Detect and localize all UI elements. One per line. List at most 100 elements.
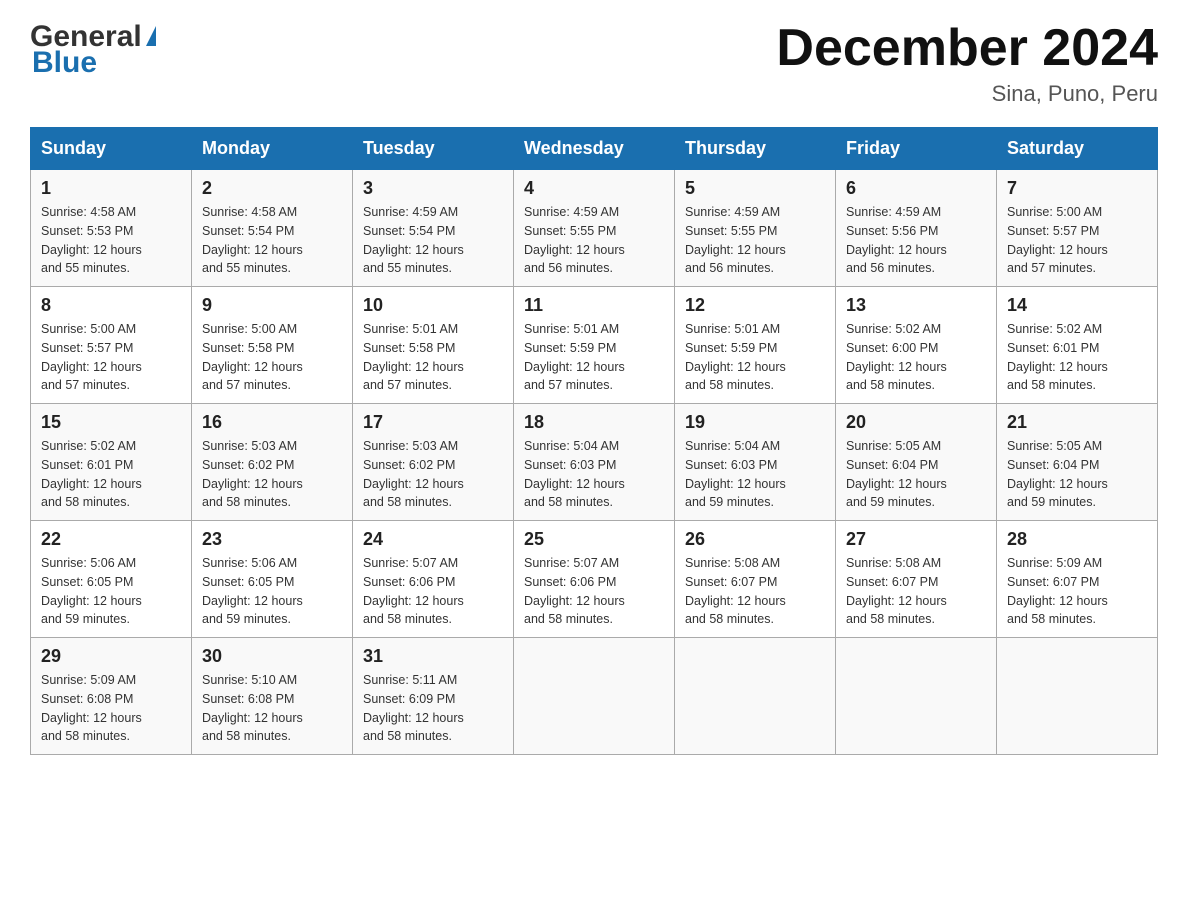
day-number: 14 — [1007, 295, 1147, 316]
day-number: 27 — [846, 529, 986, 550]
calendar-cell: 31 Sunrise: 5:11 AM Sunset: 6:09 PM Dayl… — [353, 638, 514, 755]
day-number: 10 — [363, 295, 503, 316]
day-number: 20 — [846, 412, 986, 433]
location: Sina, Puno, Peru — [776, 81, 1158, 107]
week-row-4: 22 Sunrise: 5:06 AM Sunset: 6:05 PM Dayl… — [31, 521, 1158, 638]
calendar-cell: 27 Sunrise: 5:08 AM Sunset: 6:07 PM Dayl… — [836, 521, 997, 638]
day-number: 23 — [202, 529, 342, 550]
calendar-cell: 26 Sunrise: 5:08 AM Sunset: 6:07 PM Dayl… — [675, 521, 836, 638]
calendar-cell — [514, 638, 675, 755]
calendar-cell: 30 Sunrise: 5:10 AM Sunset: 6:08 PM Dayl… — [192, 638, 353, 755]
col-tuesday: Tuesday — [353, 128, 514, 170]
day-number: 24 — [363, 529, 503, 550]
day-number: 28 — [1007, 529, 1147, 550]
logo-blue-text: Blue — [30, 46, 97, 80]
day-number: 31 — [363, 646, 503, 667]
day-number: 7 — [1007, 178, 1147, 199]
title-area: December 2024 Sina, Puno, Peru — [776, 20, 1158, 107]
day-info: Sunrise: 4:59 AM Sunset: 5:55 PM Dayligh… — [524, 203, 664, 278]
calendar-cell: 5 Sunrise: 4:59 AM Sunset: 5:55 PM Dayli… — [675, 170, 836, 287]
day-number: 9 — [202, 295, 342, 316]
calendar-cell: 28 Sunrise: 5:09 AM Sunset: 6:07 PM Dayl… — [997, 521, 1158, 638]
day-info: Sunrise: 5:03 AM Sunset: 6:02 PM Dayligh… — [202, 437, 342, 512]
day-info: Sunrise: 5:05 AM Sunset: 6:04 PM Dayligh… — [1007, 437, 1147, 512]
day-number: 29 — [41, 646, 181, 667]
day-number: 17 — [363, 412, 503, 433]
day-number: 3 — [363, 178, 503, 199]
day-number: 8 — [41, 295, 181, 316]
day-number: 19 — [685, 412, 825, 433]
day-number: 1 — [41, 178, 181, 199]
day-info: Sunrise: 5:04 AM Sunset: 6:03 PM Dayligh… — [685, 437, 825, 512]
calendar-cell: 20 Sunrise: 5:05 AM Sunset: 6:04 PM Dayl… — [836, 404, 997, 521]
logo-triangle-icon — [146, 26, 156, 46]
calendar-table: Sunday Monday Tuesday Wednesday Thursday… — [30, 127, 1158, 755]
day-number: 11 — [524, 295, 664, 316]
calendar-cell: 29 Sunrise: 5:09 AM Sunset: 6:08 PM Dayl… — [31, 638, 192, 755]
page-header: General Blue December 2024 Sina, Puno, P… — [30, 20, 1158, 107]
calendar-header-row: Sunday Monday Tuesday Wednesday Thursday… — [31, 128, 1158, 170]
day-number: 2 — [202, 178, 342, 199]
day-info: Sunrise: 5:07 AM Sunset: 6:06 PM Dayligh… — [363, 554, 503, 629]
day-info: Sunrise: 5:00 AM Sunset: 5:57 PM Dayligh… — [41, 320, 181, 395]
day-info: Sunrise: 5:10 AM Sunset: 6:08 PM Dayligh… — [202, 671, 342, 746]
day-number: 15 — [41, 412, 181, 433]
calendar-cell: 13 Sunrise: 5:02 AM Sunset: 6:00 PM Dayl… — [836, 287, 997, 404]
calendar-cell — [836, 638, 997, 755]
col-thursday: Thursday — [675, 128, 836, 170]
day-info: Sunrise: 5:01 AM Sunset: 5:59 PM Dayligh… — [685, 320, 825, 395]
calendar-cell: 4 Sunrise: 4:59 AM Sunset: 5:55 PM Dayli… — [514, 170, 675, 287]
calendar-cell: 17 Sunrise: 5:03 AM Sunset: 6:02 PM Dayl… — [353, 404, 514, 521]
day-info: Sunrise: 5:01 AM Sunset: 5:58 PM Dayligh… — [363, 320, 503, 395]
calendar-cell: 1 Sunrise: 4:58 AM Sunset: 5:53 PM Dayli… — [31, 170, 192, 287]
day-info: Sunrise: 5:04 AM Sunset: 6:03 PM Dayligh… — [524, 437, 664, 512]
calendar-cell — [675, 638, 836, 755]
day-info: Sunrise: 4:59 AM Sunset: 5:54 PM Dayligh… — [363, 203, 503, 278]
day-info: Sunrise: 4:58 AM Sunset: 5:54 PM Dayligh… — [202, 203, 342, 278]
calendar-cell: 23 Sunrise: 5:06 AM Sunset: 6:05 PM Dayl… — [192, 521, 353, 638]
week-row-5: 29 Sunrise: 5:09 AM Sunset: 6:08 PM Dayl… — [31, 638, 1158, 755]
calendar-cell: 21 Sunrise: 5:05 AM Sunset: 6:04 PM Dayl… — [997, 404, 1158, 521]
day-info: Sunrise: 5:01 AM Sunset: 5:59 PM Dayligh… — [524, 320, 664, 395]
day-number: 12 — [685, 295, 825, 316]
calendar-cell: 3 Sunrise: 4:59 AM Sunset: 5:54 PM Dayli… — [353, 170, 514, 287]
calendar-cell: 6 Sunrise: 4:59 AM Sunset: 5:56 PM Dayli… — [836, 170, 997, 287]
day-number: 16 — [202, 412, 342, 433]
col-monday: Monday — [192, 128, 353, 170]
week-row-2: 8 Sunrise: 5:00 AM Sunset: 5:57 PM Dayli… — [31, 287, 1158, 404]
day-number: 25 — [524, 529, 664, 550]
day-number: 21 — [1007, 412, 1147, 433]
calendar-cell: 9 Sunrise: 5:00 AM Sunset: 5:58 PM Dayli… — [192, 287, 353, 404]
day-number: 22 — [41, 529, 181, 550]
calendar-cell — [997, 638, 1158, 755]
day-info: Sunrise: 5:02 AM Sunset: 6:01 PM Dayligh… — [41, 437, 181, 512]
calendar-cell: 22 Sunrise: 5:06 AM Sunset: 6:05 PM Dayl… — [31, 521, 192, 638]
col-wednesday: Wednesday — [514, 128, 675, 170]
day-info: Sunrise: 4:59 AM Sunset: 5:55 PM Dayligh… — [685, 203, 825, 278]
calendar-cell: 8 Sunrise: 5:00 AM Sunset: 5:57 PM Dayli… — [31, 287, 192, 404]
day-info: Sunrise: 5:00 AM Sunset: 5:58 PM Dayligh… — [202, 320, 342, 395]
day-number: 13 — [846, 295, 986, 316]
calendar-cell: 10 Sunrise: 5:01 AM Sunset: 5:58 PM Dayl… — [353, 287, 514, 404]
day-info: Sunrise: 4:59 AM Sunset: 5:56 PM Dayligh… — [846, 203, 986, 278]
calendar-cell: 18 Sunrise: 5:04 AM Sunset: 6:03 PM Dayl… — [514, 404, 675, 521]
month-title: December 2024 — [776, 20, 1158, 77]
day-info: Sunrise: 5:06 AM Sunset: 6:05 PM Dayligh… — [41, 554, 181, 629]
day-number: 18 — [524, 412, 664, 433]
day-number: 6 — [846, 178, 986, 199]
week-row-3: 15 Sunrise: 5:02 AM Sunset: 6:01 PM Dayl… — [31, 404, 1158, 521]
calendar-cell: 12 Sunrise: 5:01 AM Sunset: 5:59 PM Dayl… — [675, 287, 836, 404]
calendar-cell: 11 Sunrise: 5:01 AM Sunset: 5:59 PM Dayl… — [514, 287, 675, 404]
day-info: Sunrise: 5:03 AM Sunset: 6:02 PM Dayligh… — [363, 437, 503, 512]
calendar-cell: 7 Sunrise: 5:00 AM Sunset: 5:57 PM Dayli… — [997, 170, 1158, 287]
week-row-1: 1 Sunrise: 4:58 AM Sunset: 5:53 PM Dayli… — [31, 170, 1158, 287]
day-info: Sunrise: 5:02 AM Sunset: 6:01 PM Dayligh… — [1007, 320, 1147, 395]
calendar-cell: 2 Sunrise: 4:58 AM Sunset: 5:54 PM Dayli… — [192, 170, 353, 287]
day-number: 30 — [202, 646, 342, 667]
day-info: Sunrise: 5:06 AM Sunset: 6:05 PM Dayligh… — [202, 554, 342, 629]
day-info: Sunrise: 5:08 AM Sunset: 6:07 PM Dayligh… — [685, 554, 825, 629]
calendar-cell: 14 Sunrise: 5:02 AM Sunset: 6:01 PM Dayl… — [997, 287, 1158, 404]
calendar-cell: 25 Sunrise: 5:07 AM Sunset: 6:06 PM Dayl… — [514, 521, 675, 638]
day-number: 26 — [685, 529, 825, 550]
calendar-cell: 16 Sunrise: 5:03 AM Sunset: 6:02 PM Dayl… — [192, 404, 353, 521]
